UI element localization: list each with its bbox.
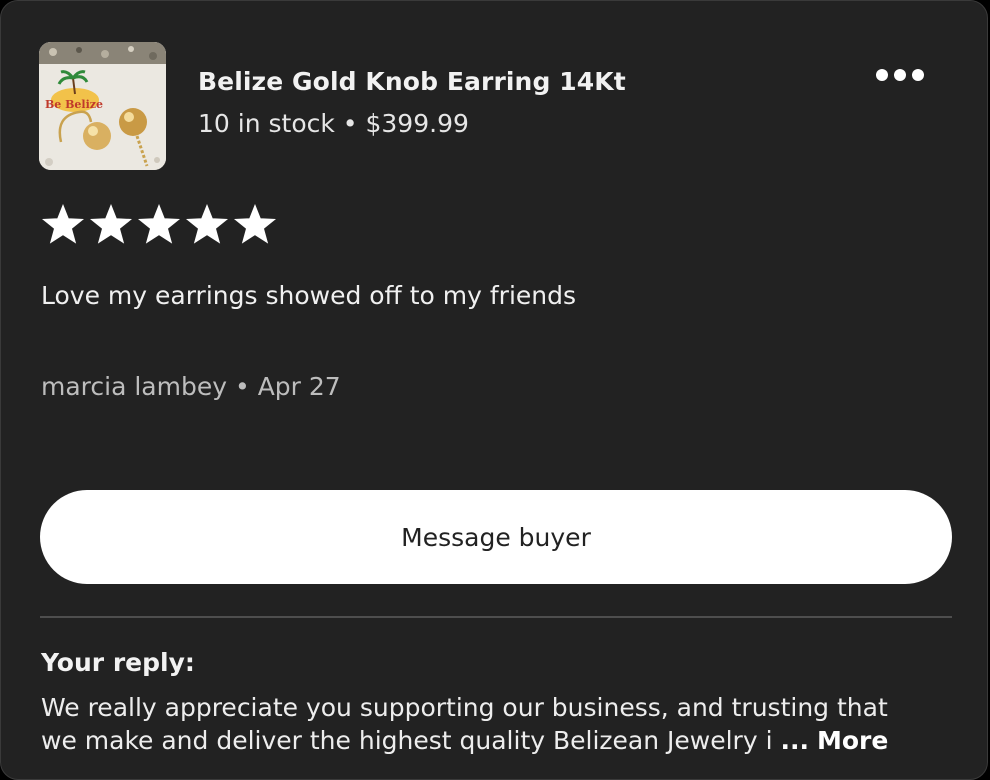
reply-more-link[interactable]: More xyxy=(817,726,888,755)
reviewer-meta: marcia lambey • Apr 27 xyxy=(41,372,341,401)
reply-line-2: we make and deliver the highest quality … xyxy=(41,724,951,757)
divider xyxy=(40,616,952,618)
reply-line-2-text: we make and deliver the highest quality … xyxy=(41,726,773,755)
reviewer-name: marcia lambey xyxy=(41,372,228,401)
star-icon xyxy=(233,204,277,244)
review-text: Love my earrings showed off to my friend… xyxy=(41,281,577,310)
star-icon xyxy=(137,204,181,244)
listing-price: $399.99 xyxy=(365,109,469,138)
reply-heading: Your reply: xyxy=(41,648,195,677)
truncation-ellipsis: ... xyxy=(780,726,809,755)
message-buyer-button[interactable]: Message buyer xyxy=(40,490,952,584)
star-icon xyxy=(41,204,85,244)
more-options-button[interactable] xyxy=(867,59,933,91)
stock-and-price: 10 in stock • $399.99 xyxy=(198,109,469,138)
more-dot-icon xyxy=(894,69,906,81)
separator-dot: • xyxy=(234,372,250,401)
earring-product-image: Be Belize xyxy=(39,42,166,170)
reply-line-1: We really appreciate you supporting our … xyxy=(41,693,888,722)
more-dot-icon xyxy=(876,69,888,81)
star-rating xyxy=(41,204,277,246)
review-date: Apr 27 xyxy=(257,372,341,401)
thumbnail-brand-text: Be Belize xyxy=(45,98,103,111)
listing-thumbnail[interactable]: Be Belize xyxy=(39,42,166,170)
review-card: Be Belize Belize Gold Knob Earring 14Kt … xyxy=(0,0,988,780)
separator-dot: • xyxy=(342,109,358,138)
star-icon xyxy=(89,204,133,244)
reply-text: We really appreciate you supporting our … xyxy=(41,691,951,757)
star-icon xyxy=(185,204,229,244)
stock-count: 10 in stock xyxy=(198,109,335,138)
listing-title[interactable]: Belize Gold Knob Earring 14Kt xyxy=(198,67,626,96)
more-dot-icon xyxy=(912,69,924,81)
